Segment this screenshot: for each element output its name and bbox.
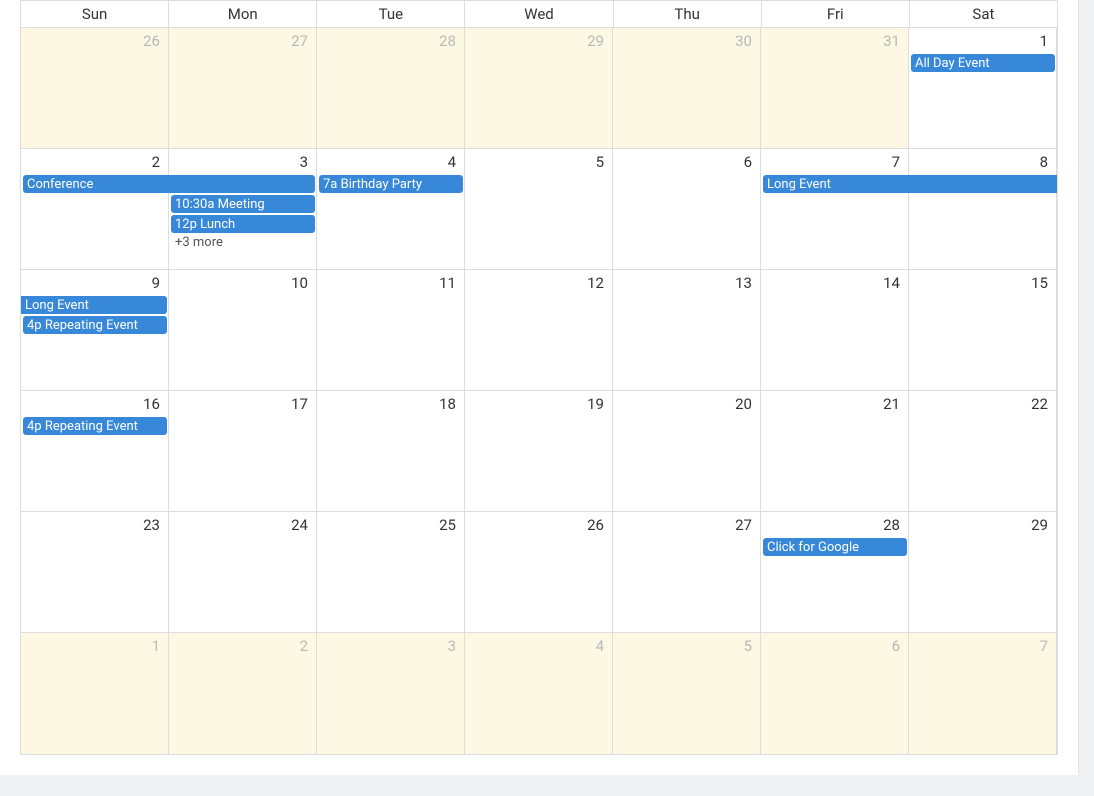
day-number: 5 bbox=[613, 633, 760, 657]
calendar-event[interactable]: 4p Repeating Event bbox=[23, 417, 167, 435]
calendar-week-row: 16171819202122 4p Repeating Event bbox=[21, 391, 1057, 512]
calendar-week-row: 9101112131415 Long Event 4p Repeating Even… bbox=[21, 270, 1057, 391]
day-number: 3 bbox=[169, 149, 316, 173]
event-time: 7a bbox=[323, 177, 337, 192]
day-number: 22 bbox=[909, 391, 1056, 415]
day-number: 12 bbox=[465, 270, 612, 294]
day-header-fri: Fri bbox=[762, 1, 910, 28]
event-time: 10:30a bbox=[175, 197, 214, 212]
day-number: 31 bbox=[761, 28, 908, 52]
day-number: 4 bbox=[465, 633, 612, 657]
calendar-event[interactable]: Click for Google bbox=[763, 538, 907, 556]
event-title: Long Event bbox=[25, 298, 89, 313]
event-time: 12p bbox=[175, 217, 197, 232]
day-number: 4 bbox=[317, 149, 464, 173]
day-number: 17 bbox=[169, 391, 316, 415]
day-number: 3 bbox=[317, 633, 464, 657]
day-header-wed: Wed bbox=[465, 1, 613, 28]
calendar-event[interactable]: All Day Event bbox=[911, 54, 1055, 72]
day-number: 27 bbox=[613, 512, 760, 536]
calendar-header-row: SunMonTueWedThuFriSat bbox=[21, 1, 1057, 28]
day-number: 14 bbox=[761, 270, 908, 294]
day-number: 1 bbox=[21, 633, 168, 657]
calendar-event[interactable]: 10:30a Meeting bbox=[171, 195, 315, 213]
events-layer: Long Event 4p Repeating Event bbox=[21, 296, 1057, 390]
calendar-week-row: 2627282930311 All Day Event bbox=[21, 28, 1057, 149]
calendar-week-row: 23242526272829 Click for Google bbox=[21, 512, 1057, 633]
day-number: 1 bbox=[909, 28, 1056, 52]
day-number: 29 bbox=[909, 512, 1056, 536]
day-number: 21 bbox=[761, 391, 908, 415]
day-number: 27 bbox=[169, 28, 316, 52]
day-number: 20 bbox=[613, 391, 760, 415]
day-number: 23 bbox=[21, 512, 168, 536]
day-number: 11 bbox=[317, 270, 464, 294]
day-number: 8 bbox=[909, 149, 1056, 173]
event-title: Lunch bbox=[200, 217, 235, 232]
day-header-sun: Sun bbox=[21, 1, 169, 28]
day-number: 28 bbox=[317, 28, 464, 52]
calendar-week-row: 2345678 Conference 7a Birthday Party Long E… bbox=[21, 149, 1057, 270]
day-number: 2 bbox=[21, 149, 168, 173]
day-header-sat: Sat bbox=[910, 1, 1057, 28]
events-layer: Click for Google bbox=[21, 538, 1057, 632]
day-number: 7 bbox=[761, 149, 908, 173]
day-number: 6 bbox=[761, 633, 908, 657]
calendar-event[interactable]: 4p Repeating Event bbox=[23, 316, 167, 334]
day-number: 16 bbox=[21, 391, 168, 415]
day-number: 5 bbox=[465, 149, 612, 173]
calendar-event[interactable]: 12p Lunch bbox=[171, 215, 315, 233]
event-time: 4p bbox=[27, 419, 42, 434]
day-number: 19 bbox=[465, 391, 612, 415]
event-time: 4p bbox=[27, 318, 42, 333]
calendar-body: 2627282930311All Day Event2345678Confere… bbox=[21, 28, 1057, 754]
calendar-event[interactable]: Long Event bbox=[763, 175, 1057, 193]
event-title: Repeating Event bbox=[45, 419, 138, 434]
day-number: 30 bbox=[613, 28, 760, 52]
day-number: 24 bbox=[169, 512, 316, 536]
calendar-week-row: 1234567 bbox=[21, 633, 1057, 754]
day-number: 29 bbox=[465, 28, 612, 52]
events-layer: All Day Event bbox=[21, 54, 1057, 148]
day-number: 28 bbox=[761, 512, 908, 536]
day-number: 25 bbox=[317, 512, 464, 536]
event-title: Conference bbox=[27, 177, 93, 192]
more-events-link[interactable]: +3 more bbox=[171, 235, 315, 250]
event-title: Click for Google bbox=[767, 540, 859, 555]
day-number: 2 bbox=[169, 633, 316, 657]
calendar-grid: SunMonTueWedThuFriSat 2627282930311All D… bbox=[20, 0, 1058, 755]
day-header-mon: Mon bbox=[169, 1, 317, 28]
day-number: 13 bbox=[613, 270, 760, 294]
events-layer bbox=[21, 659, 1057, 754]
day-number: 9 bbox=[21, 270, 168, 294]
day-header-thu: Thu bbox=[614, 1, 762, 28]
event-title: All Day Event bbox=[915, 56, 990, 71]
events-layer: 4p Repeating Event bbox=[21, 417, 1057, 511]
events-layer: Conference 7a Birthday Party Long Event 10:… bbox=[21, 175, 1057, 269]
event-title: Repeating Event bbox=[45, 318, 138, 333]
day-number: 15 bbox=[909, 270, 1056, 294]
calendar-event[interactable]: Conference bbox=[23, 175, 315, 193]
day-number: 26 bbox=[465, 512, 612, 536]
day-number: 6 bbox=[613, 149, 760, 173]
calendar-event[interactable]: 7a Birthday Party bbox=[319, 175, 463, 193]
calendar-event[interactable]: Long Event bbox=[21, 296, 167, 314]
calendar-container: SunMonTueWedThuFriSat 2627282930311All D… bbox=[0, 0, 1079, 775]
day-number: 26 bbox=[21, 28, 168, 52]
event-title: Meeting bbox=[218, 197, 265, 212]
event-title: Long Event bbox=[767, 177, 831, 192]
day-number: 18 bbox=[317, 391, 464, 415]
event-title: Birthday Party bbox=[341, 177, 422, 192]
day-number: 7 bbox=[909, 633, 1056, 657]
day-header-tue: Tue bbox=[317, 1, 465, 28]
day-number: 10 bbox=[169, 270, 316, 294]
